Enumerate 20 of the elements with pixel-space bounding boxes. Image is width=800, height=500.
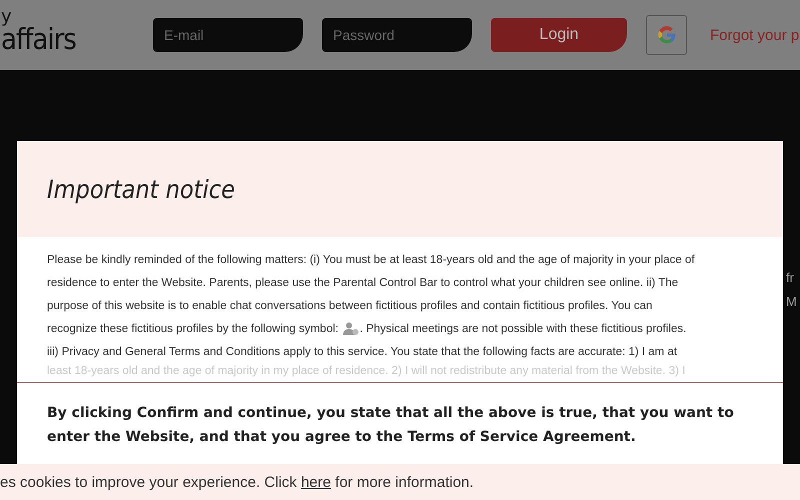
profile-symbol-icon (342, 322, 359, 336)
notice-text: purpose of this website is to enable chat conversations between fictitious profiles and contain fictitious profiles. You can (47, 300, 652, 312)
notice-text: iii) Privacy and General Terms and Conditions apply to this service. You state that the following facts are accurate: 1) I am at (47, 346, 678, 358)
background-text: M (786, 294, 797, 309)
email-field[interactable]: E-mail (153, 18, 303, 52)
dialog-title: Important notice (47, 174, 235, 204)
cookie-text: es cookies to improve your experience. Click (0, 474, 298, 490)
more-info-link[interactable]: here (300, 474, 331, 490)
cookie-text: for more information. (334, 474, 474, 490)
google-icon (656, 25, 676, 45)
logo-text: y (1, 6, 12, 27)
notice-text: recognize these fictitious profiles by the following symbol: (47, 323, 338, 335)
notice-text: residence to enter the Website. Parents, please use the Parental Control Bar to control what your children see online. ii) The (47, 277, 678, 289)
notice-text: . Physical meetings are not possible with these fictitious profiles. (360, 323, 686, 335)
background-text: fr (786, 270, 794, 285)
password-field[interactable]: Password (322, 18, 472, 52)
confirm-statement: By clicking Confirm and continue, you state that all the above is true, that you want to enter the Website, and that you agree to the Terms of Service Agreement. (46, 404, 735, 447)
google-login-button[interactable] (646, 15, 687, 55)
notice-text: Please be kindly reminded of the following matters: (i) You must be at least 18-years old and the age of majority in your place of (47, 254, 695, 266)
login-button[interactable]: Login (491, 18, 627, 52)
